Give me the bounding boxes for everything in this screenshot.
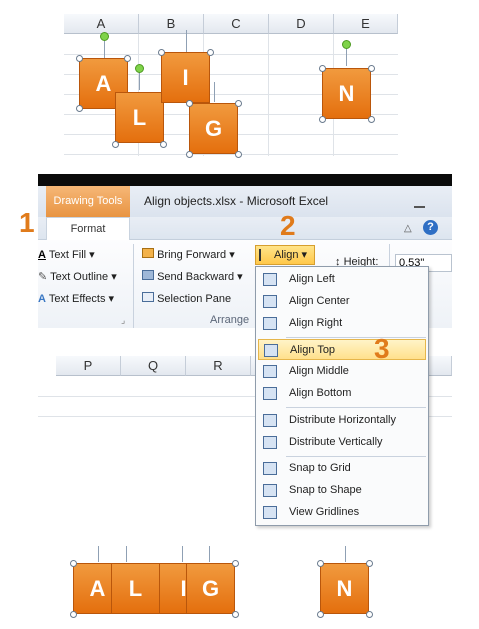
aligned-shape-l[interactable]: L [111, 563, 160, 614]
menu-item-align-bottom[interactable]: Align Bottom [258, 383, 426, 404]
menu-item-view-gridlines[interactable]: View Gridlines [258, 502, 426, 523]
aligned-shape-n[interactable]: N [320, 563, 369, 614]
step-number-2: 2 [280, 210, 296, 241]
rotate-handle[interactable] [100, 32, 109, 41]
align-top-icon [264, 344, 278, 357]
selection-pane-button[interactable]: Selection Pane [142, 292, 231, 305]
text-outline-icon: ✎ [38, 271, 48, 283]
align-menu: Align Left Align Center Align Right Alig… [255, 266, 429, 526]
align-bottom-icon [263, 387, 277, 400]
align-right-icon [263, 317, 277, 330]
send-backward-icon [142, 270, 154, 280]
menu-item-align-top[interactable]: Align Top [258, 339, 426, 360]
column-header-p[interactable]: P [56, 356, 121, 376]
menu-item-align-middle[interactable]: Align Middle [258, 361, 426, 382]
help-icon[interactable]: ? [423, 220, 438, 235]
step-number-3: 3 [374, 333, 390, 364]
aligned-shape-g[interactable]: G [186, 563, 235, 614]
window-top-bar [38, 174, 452, 186]
ribbon-collapse-icon[interactable]: △ [404, 223, 412, 234]
column-header-a[interactable]: A [64, 14, 139, 34]
snap-to-grid-icon [263, 462, 277, 475]
rotate-handle[interactable] [342, 40, 351, 49]
menu-item-align-center[interactable]: Align Center [258, 291, 426, 312]
tab-format[interactable]: Format [46, 217, 130, 240]
text-effects-icon: A [38, 293, 46, 305]
dialog-launcher-icon[interactable]: ⌟ [121, 315, 125, 326]
send-backward-button[interactable]: Send Backward ▾ [142, 270, 243, 283]
rotate-handle[interactable] [135, 64, 144, 73]
bring-forward-icon [142, 248, 154, 258]
view-gridlines-icon [263, 506, 277, 519]
menu-item-align-right[interactable]: Align Right [258, 313, 426, 334]
arrange-group-label: Arrange [210, 314, 250, 326]
text-fill-icon: A [38, 249, 46, 261]
menu-item-snap-to-shape[interactable]: Snap to Shape [258, 480, 426, 501]
menu-item-snap-to-grid[interactable]: Snap to Grid [258, 458, 426, 479]
text-outline-button[interactable]: ✎ Text Outline ▾ [38, 270, 117, 283]
align-icon [259, 249, 270, 261]
bring-forward-button[interactable]: Bring Forward ▾ [142, 248, 235, 261]
column-header-d[interactable]: D [269, 14, 334, 34]
drawing-tools-context-tab[interactable]: Drawing Tools [46, 186, 130, 217]
align-left-icon [263, 273, 277, 286]
column-header-q[interactable]: Q [121, 356, 186, 376]
align-middle-icon [263, 365, 277, 378]
shape-g[interactable]: G [189, 103, 238, 154]
text-effects-button[interactable]: A Text Effects ▾ [38, 292, 114, 305]
align-center-icon [263, 295, 277, 308]
shape-l[interactable]: L [115, 92, 164, 143]
menu-item-distribute-horizontally[interactable]: Distribute Horizontally [258, 410, 426, 431]
window-title: Align objects.xlsx - Microsoft Excel [144, 194, 329, 208]
menu-item-align-left[interactable]: Align Left [258, 269, 426, 290]
minimize-icon[interactable] [414, 206, 425, 208]
snap-to-shape-icon [263, 484, 277, 497]
step-number-1: 1 [19, 207, 35, 238]
distribute-horizontally-icon [263, 414, 277, 427]
selection-pane-icon [142, 292, 154, 302]
column-header-e[interactable]: E [334, 14, 398, 34]
column-header-c[interactable]: C [204, 14, 269, 34]
column-header-r[interactable]: R [186, 356, 251, 376]
shape-i[interactable]: I [161, 52, 210, 103]
column-header-b[interactable]: B [139, 14, 204, 34]
menu-item-distribute-vertically[interactable]: Distribute Vertically [258, 432, 426, 453]
text-fill-button[interactable]: A Text Fill ▾ [38, 248, 95, 261]
align-button[interactable]: Align ▾ [255, 245, 315, 265]
distribute-vertically-icon [263, 436, 277, 449]
shape-n[interactable]: N [322, 68, 371, 119]
